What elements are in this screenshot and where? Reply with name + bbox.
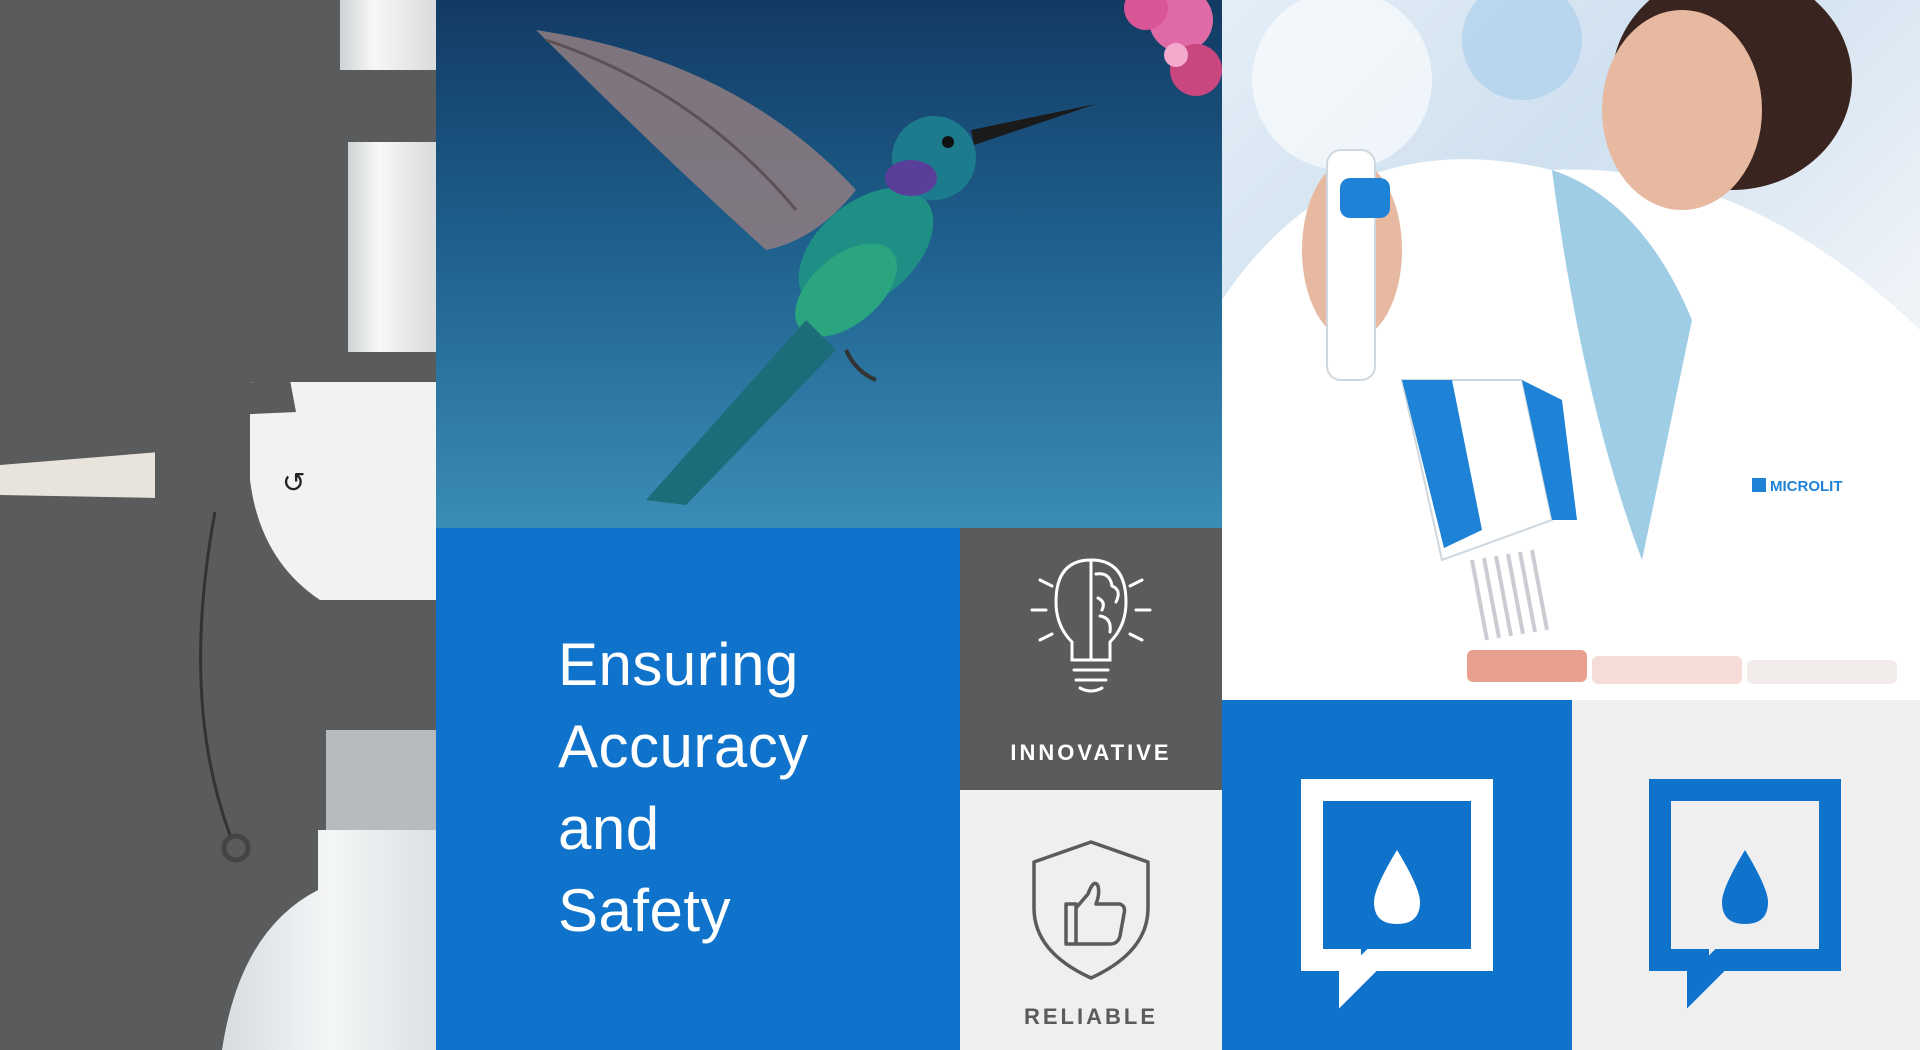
- pink-flower: [1124, 0, 1222, 96]
- logo-tile-light: [1572, 700, 1920, 1050]
- headline-line: Safety: [558, 877, 732, 944]
- bottle-top-dispenser-illustration: ↺: [0, 0, 436, 1050]
- innovative-label: INNOVATIVE: [1010, 740, 1172, 765]
- hummingbird-illustration: [536, 0, 1222, 505]
- reliable-label: RELIABLE: [1024, 1004, 1158, 1029]
- scientist-pipetting-illustration: MICROLIT: [1222, 0, 1920, 700]
- headline-line: Ensuring: [558, 631, 799, 698]
- svg-text:↺: ↺: [282, 466, 305, 499]
- logo-tile-blue: [1222, 700, 1572, 1050]
- innovative-tile: INNOVATIVE: [960, 528, 1222, 790]
- reliable-tile: RELIABLE: [960, 790, 1222, 1050]
- headline-panel: Ensuring Accuracy and Safety: [436, 528, 960, 1050]
- headline-text: Ensuring Accuracy and Safety: [558, 624, 809, 952]
- headline-line: and: [558, 795, 660, 862]
- drop-logo-icon: [1649, 779, 1841, 1009]
- dispenser-photo: ↺: [0, 0, 436, 1050]
- lab-scientist-photo: MICROLIT: [1222, 0, 1920, 700]
- coat-logo-text: MICROLIT: [1770, 478, 1843, 495]
- headline-line: Accuracy: [558, 713, 809, 780]
- hummingbird-photo: [436, 0, 1222, 528]
- drop-logo-icon: [1301, 779, 1493, 1009]
